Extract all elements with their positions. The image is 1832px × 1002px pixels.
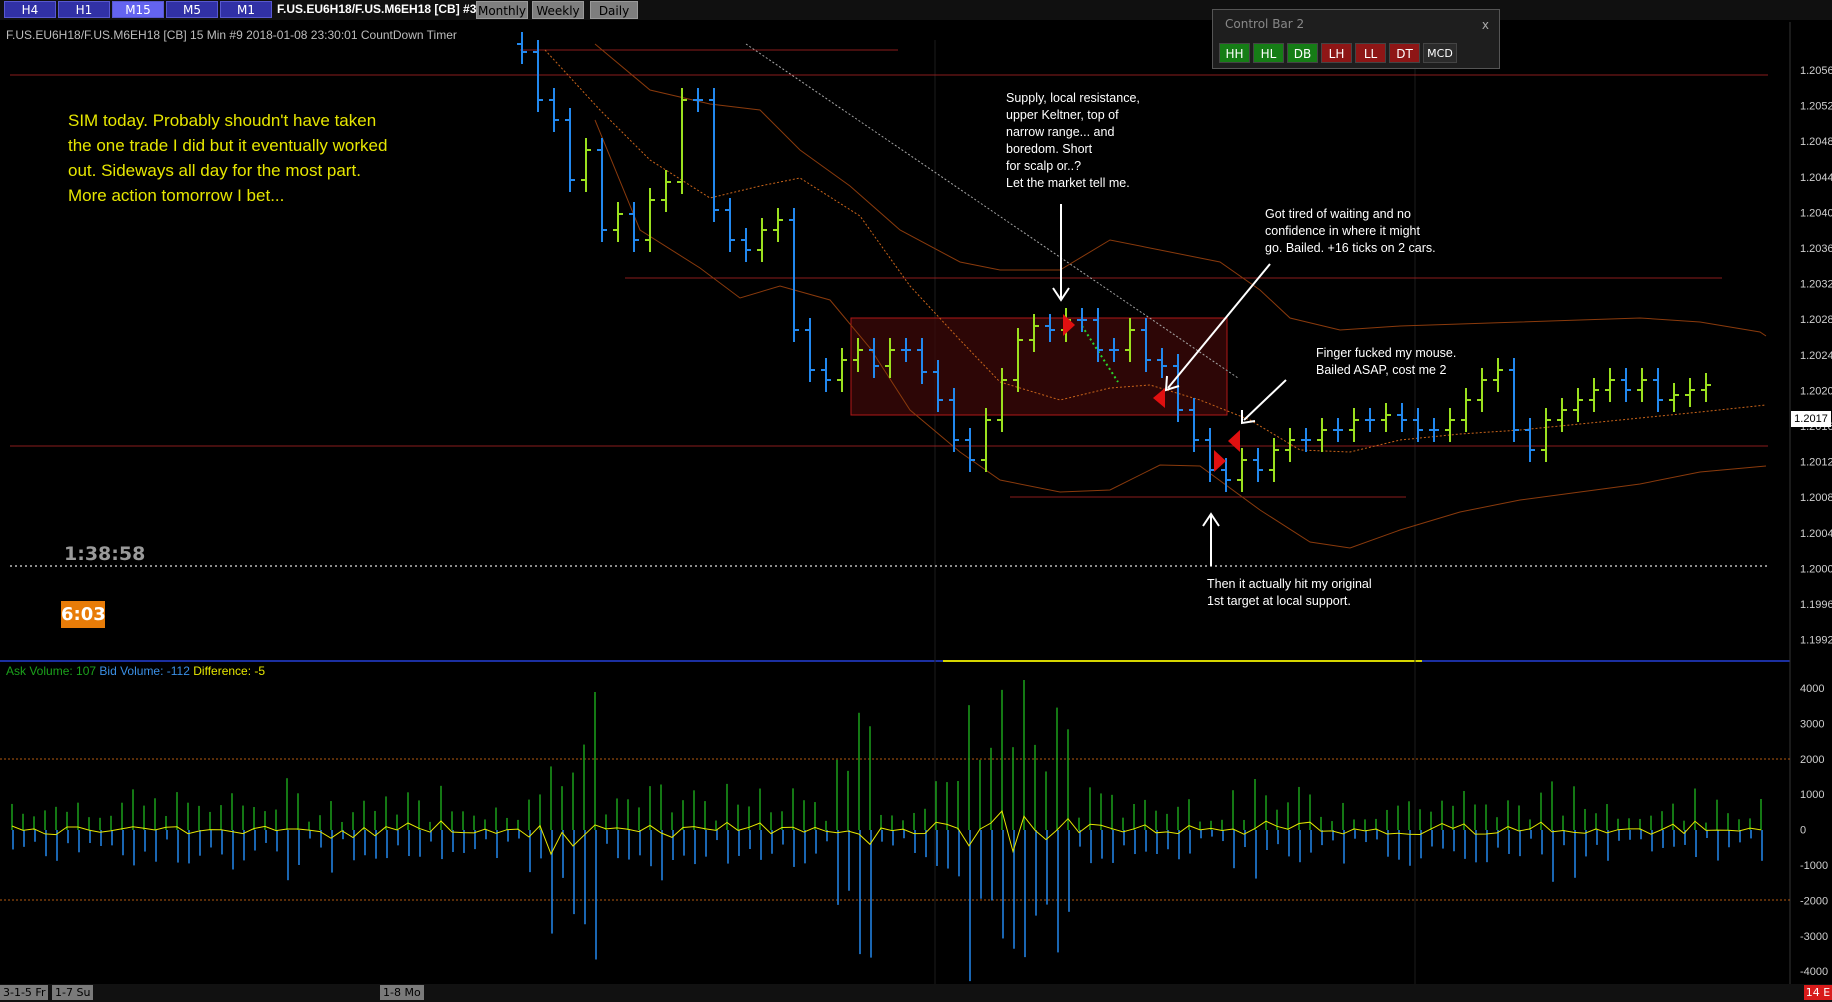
volume-histogram <box>11 680 1763 982</box>
volume-tick-label: -4000 <box>1800 966 1828 978</box>
ll-button[interactable]: LL <box>1355 43 1386 63</box>
volume-tick-label: 4000 <box>1800 683 1824 695</box>
bid-volume-label: Bid Volume: -112 <box>99 664 190 678</box>
volume-tick-label: -2000 <box>1800 895 1828 907</box>
volume-legend: Ask Volume: 107 Bid Volume: -112 Differe… <box>6 664 265 678</box>
bailed-note-text: Got tired of waiting and no confidence i… <box>1265 207 1436 255</box>
lh-button[interactable]: LH <box>1321 43 1352 63</box>
control-bar-title: Control Bar 2 <box>1225 17 1305 31</box>
volume-tick-label: 1000 <box>1800 789 1824 801</box>
price-tick-label: 1.2056 <box>1800 65 1832 77</box>
difference-label: Difference: -5 <box>193 664 266 678</box>
exit-marker <box>1228 430 1240 452</box>
mcd-button[interactable]: MCD <box>1423 43 1457 63</box>
db-button[interactable]: DB <box>1287 43 1318 63</box>
price-tick-label: 1.2032 <box>1800 279 1832 291</box>
price-tick-label: 1.2028 <box>1800 314 1832 326</box>
countdown-timer: 1:38:58 <box>64 543 146 565</box>
current-price-label: 1.2017 <box>1791 411 1831 427</box>
price-tick-label: 1.1992 <box>1800 635 1832 647</box>
target-note-text: Then it actually hit my original 1st tar… <box>1207 577 1372 608</box>
price-tick-label: 1.2020 <box>1800 385 1832 397</box>
price-tick-label: 1.2024 <box>1800 350 1832 362</box>
date-badge: 1-8 Mo <box>380 985 424 1000</box>
finger-note-text: Finger fucked my mouse. Bailed ASAP, cos… <box>1316 346 1457 377</box>
price-tick-label: 1.2012 <box>1800 457 1832 469</box>
price-tick-label: 1.2044 <box>1800 172 1832 184</box>
short-entry-marker <box>1214 450 1226 472</box>
corner-badge: 14 E <box>1804 985 1832 1000</box>
price-tick-label: 1.2048 <box>1800 136 1832 148</box>
keltner-upper <box>594 43 1767 337</box>
hl-button[interactable]: HL <box>1253 43 1284 63</box>
date-badge: 3-1-5 Fr <box>0 985 49 1000</box>
volume-tick-label: 3000 <box>1800 718 1824 730</box>
hh-button[interactable]: HH <box>1219 43 1250 63</box>
control-bar-panel[interactable]: Control Bar 2 x HH HL DB LH LL DT MCD <box>1212 9 1500 69</box>
price-tick-label: 1.2036 <box>1800 243 1832 255</box>
dt-button[interactable]: DT <box>1389 43 1420 63</box>
supply-note-text: Supply, local resistance, upper Keltner,… <box>1006 91 1140 190</box>
price-tick-label: 1.2004 <box>1800 528 1832 540</box>
price-tick-label: 1.2000 <box>1800 563 1832 575</box>
close-icon[interactable]: x <box>1482 18 1489 32</box>
annotation-arrow <box>1243 379 1287 421</box>
price-tick-label: 1.2008 <box>1800 492 1832 504</box>
price-axis[interactable]: 1.2056 1.2052 1.2048 1.2044 1.2040 1.2036 1.20… <box>1800 65 1832 647</box>
price-tick-label: 1.1996 <box>1800 599 1832 611</box>
price-tick-label: 1.2040 <box>1800 207 1832 219</box>
bar-timer-badge: 6:03 <box>61 601 106 628</box>
volume-axis[interactable]: 4000 3000 2000 1000 0 -1000 -2000 -3000 -4000 <box>1800 683 1828 978</box>
main-note-text: SIM today. Probably shoudn't have taken … <box>68 111 388 205</box>
time-axis-bar <box>0 984 1832 1002</box>
volume-tick-label: 0 <box>1800 825 1806 837</box>
volume-tick-label: -1000 <box>1800 860 1828 872</box>
date-badge: 1-7 Su <box>52 985 94 1000</box>
price-tick-label: 1.2052 <box>1800 101 1832 113</box>
volume-tick-label: -3000 <box>1800 931 1828 943</box>
volume-tick-label: 2000 <box>1800 754 1824 766</box>
ask-volume-label: Ask Volume: 107 <box>6 664 97 678</box>
